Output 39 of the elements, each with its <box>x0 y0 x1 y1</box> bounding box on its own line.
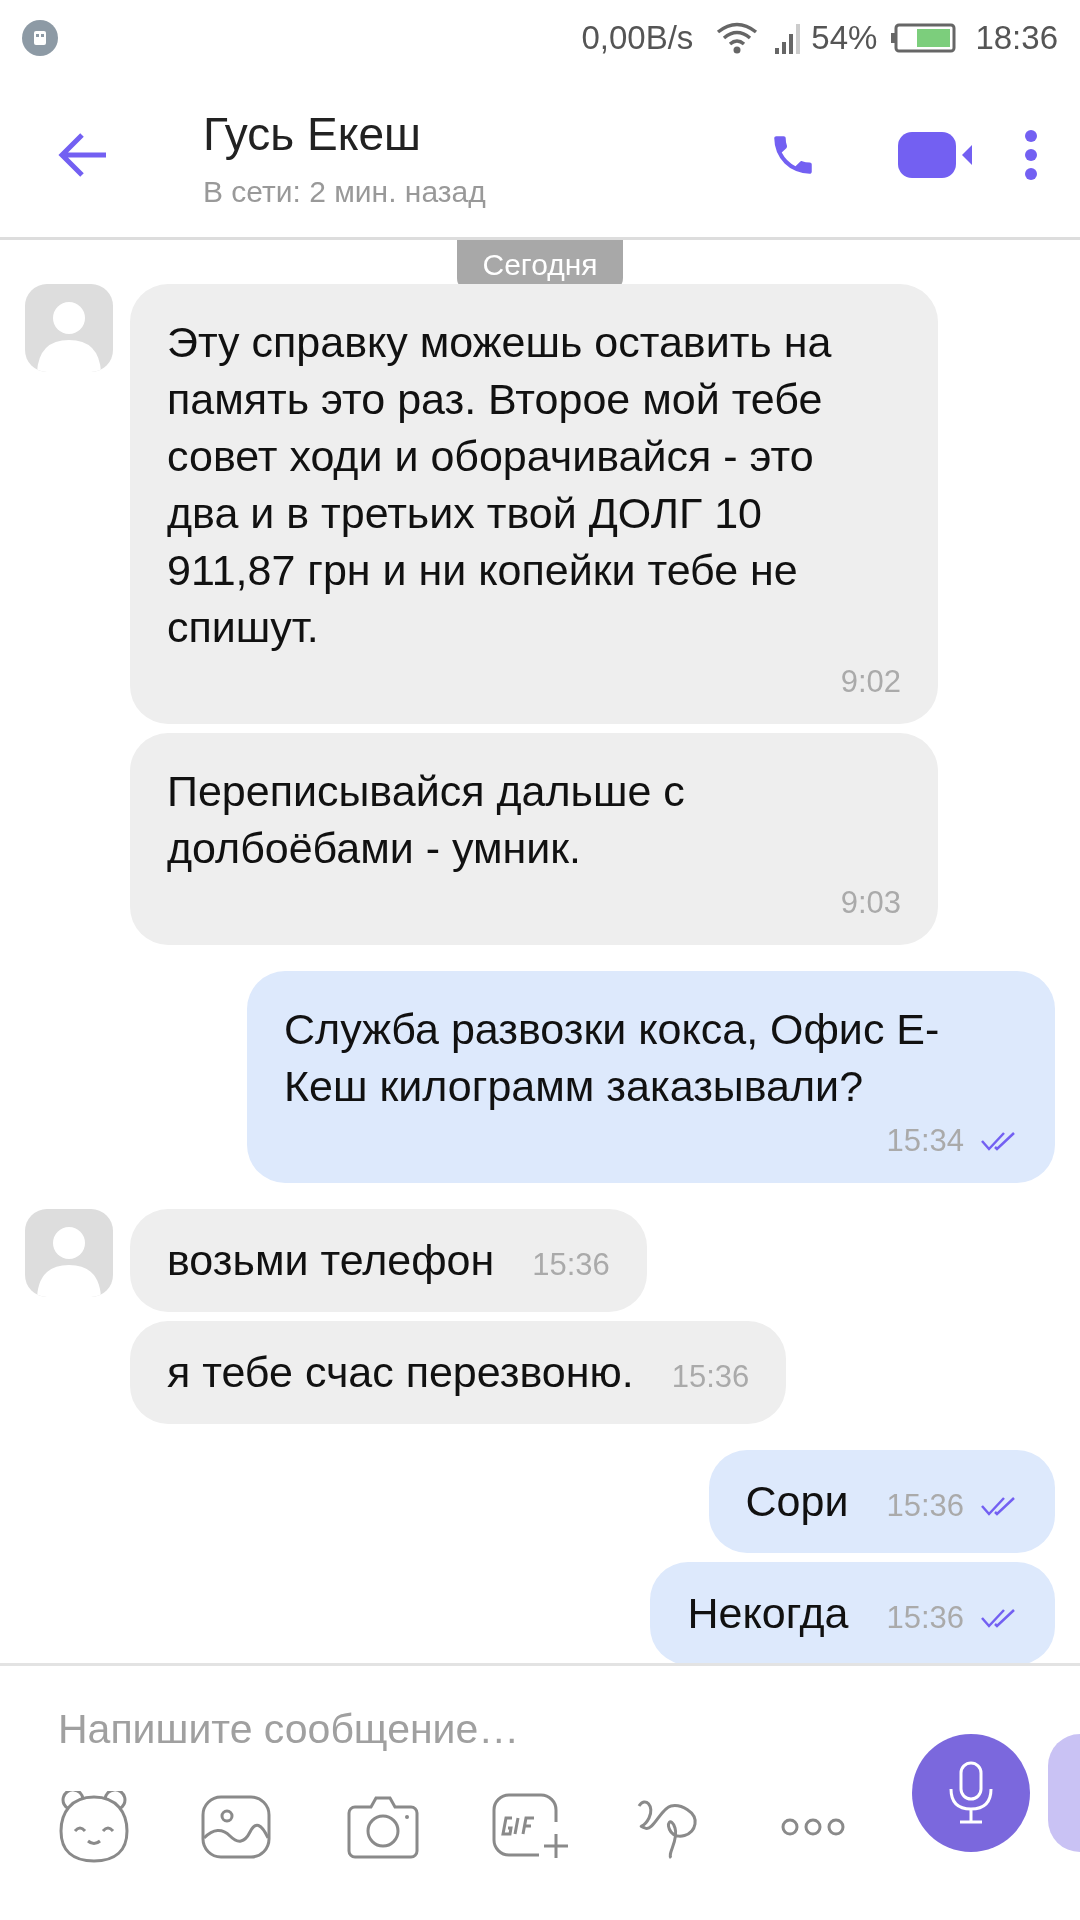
video-camera-icon <box>898 131 974 178</box>
message-text: возьми телефон <box>167 1235 495 1286</box>
more-button[interactable] <box>780 1817 846 1837</box>
message-text: я тебе счас перезвоню. <box>167 1347 634 1398</box>
outgoing-message-bubble[interactable]: Сори 15:36 <box>708 1450 1055 1553</box>
incoming-message-bubble[interactable]: я тебе счас перезвоню. 15:36 <box>130 1321 787 1424</box>
message-time: 15:36 <box>886 1487 964 1525</box>
outgoing-message-bubble[interactable]: Служба развозки кокса, Офис Е-Кеш килограмм заказывали? 15:34 <box>247 971 1055 1183</box>
message-time: 15:36 <box>532 1246 610 1284</box>
message-time: 9:02 <box>840 663 901 701</box>
clock: 18:36 <box>975 18 1058 57</box>
more-horizontal-icon <box>780 1817 846 1837</box>
battery-icon <box>891 22 958 53</box>
usb-debug-icon <box>22 19 58 56</box>
outgoing-message-bubble[interactable]: Некогда 15:36 <box>650 1562 1055 1663</box>
incoming-message-bubble[interactable]: возьми телефон 15:36 <box>130 1209 647 1312</box>
image-icon <box>200 1794 272 1860</box>
message-text: Некогда <box>687 1588 849 1639</box>
more-options-button[interactable] <box>1024 129 1038 183</box>
message-text: Сори <box>745 1476 849 1527</box>
message-time: 15:34 <box>886 1122 964 1160</box>
message-time: 9:03 <box>840 884 901 922</box>
message-time: 15:36 <box>886 1599 964 1637</box>
message-text: Переписывайся дальше с долбоёбами - умник. <box>167 767 685 872</box>
message-text: Служба развозки кокса, Офис Е-Кеш килограмм заказывали? <box>284 1005 940 1110</box>
contact-name: Гусь Екеш <box>203 107 422 161</box>
message-text: Эту справку можешь оставить на память это раз. Второе мой тебе совет ходи и оборачивайся - это два и в третьих твой ДОЛГ 10 911,87 грн и ни копейки тебе не спишут. <box>167 318 832 651</box>
back-arrow-icon <box>58 131 108 178</box>
last-seen-status: В сети: 2 мин. назад <box>203 175 487 209</box>
more-vertical-icon <box>1024 129 1038 180</box>
network-speed: 0,00B/s <box>581 18 694 57</box>
wifi-icon <box>715 20 760 55</box>
message-input-field[interactable]: Напишите сообщение… <box>58 1706 818 1753</box>
signal-icon <box>775 21 802 54</box>
battery-percent: 54% <box>811 18 878 57</box>
incoming-message-bubble[interactable]: Эту справку можешь оставить на память это раз. Второе мой тебе совет ходи и оборачивайся - это два и в третьих твой ДОЛГ 10 911,87 грн и ни копейки тебе не спишут. 9:02 <box>130 284 938 724</box>
video-call-button[interactable] <box>898 131 974 181</box>
message-time: 15:36 <box>671 1358 750 1396</box>
incoming-message-bubble[interactable]: Переписывайся дальше с долбоёбами - умник. 9:03 <box>130 733 938 945</box>
